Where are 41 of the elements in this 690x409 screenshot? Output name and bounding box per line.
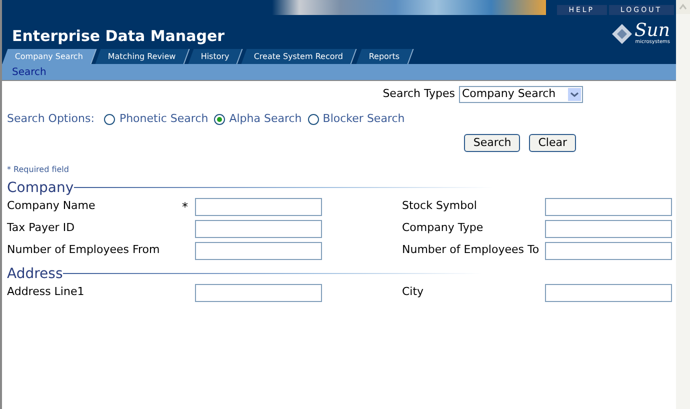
input-field[interactable] xyxy=(545,198,672,216)
field-label: Stock Symbol xyxy=(402,198,478,214)
required-mark: * xyxy=(182,200,188,214)
radio-button[interactable] xyxy=(214,114,226,125)
required-note: * Required field xyxy=(6,164,70,176)
field-label: Company Name xyxy=(7,198,96,214)
field-label: Tax Payer ID xyxy=(7,220,76,236)
input-field[interactable] xyxy=(195,284,322,302)
input-field[interactable] xyxy=(195,220,322,238)
field-label: City xyxy=(402,284,425,300)
field-label: Number of Employees To xyxy=(402,242,540,258)
radio-button[interactable] xyxy=(104,114,116,125)
search-types-label: Search Types xyxy=(382,86,455,102)
field-label: Number of Employees From xyxy=(7,242,161,258)
input-field[interactable] xyxy=(545,242,672,260)
section-heading: Company xyxy=(7,180,74,196)
field-label: Company Type xyxy=(402,220,484,236)
search-options-label: Search Options: xyxy=(7,111,94,127)
radio-label: Blocker Search xyxy=(322,111,405,127)
section-heading: Address xyxy=(7,266,63,282)
radio-label: Phonetic Search xyxy=(119,111,208,127)
field-label: Address Line1 xyxy=(7,284,86,300)
input-field[interactable] xyxy=(195,242,322,260)
nav-tab[interactable]: Matching Review xyxy=(95,49,190,64)
input-field[interactable] xyxy=(195,198,322,216)
search-types-select[interactable]: Company Search xyxy=(459,86,583,103)
subnav-link[interactable]: Search xyxy=(12,64,46,80)
input-field[interactable] xyxy=(545,284,672,302)
logo-icon xyxy=(612,24,632,44)
action-button[interactable]: Clear xyxy=(529,134,576,152)
input-field[interactable] xyxy=(545,220,672,238)
app-title: Enterprise Data Manager xyxy=(12,29,225,44)
dropdown-icon xyxy=(568,88,581,101)
nav-tab[interactable]: Create System Record xyxy=(242,49,358,64)
logo-text: Sun xyxy=(634,22,670,40)
radio-button[interactable] xyxy=(308,114,319,125)
radio-label: Alpha Search xyxy=(229,111,302,127)
nav-tab[interactable]: History xyxy=(188,49,244,64)
scroll-up-icon[interactable] xyxy=(676,0,690,14)
nav-tab[interactable]: Reports xyxy=(356,49,413,64)
action-button[interactable]: Search xyxy=(464,134,520,152)
